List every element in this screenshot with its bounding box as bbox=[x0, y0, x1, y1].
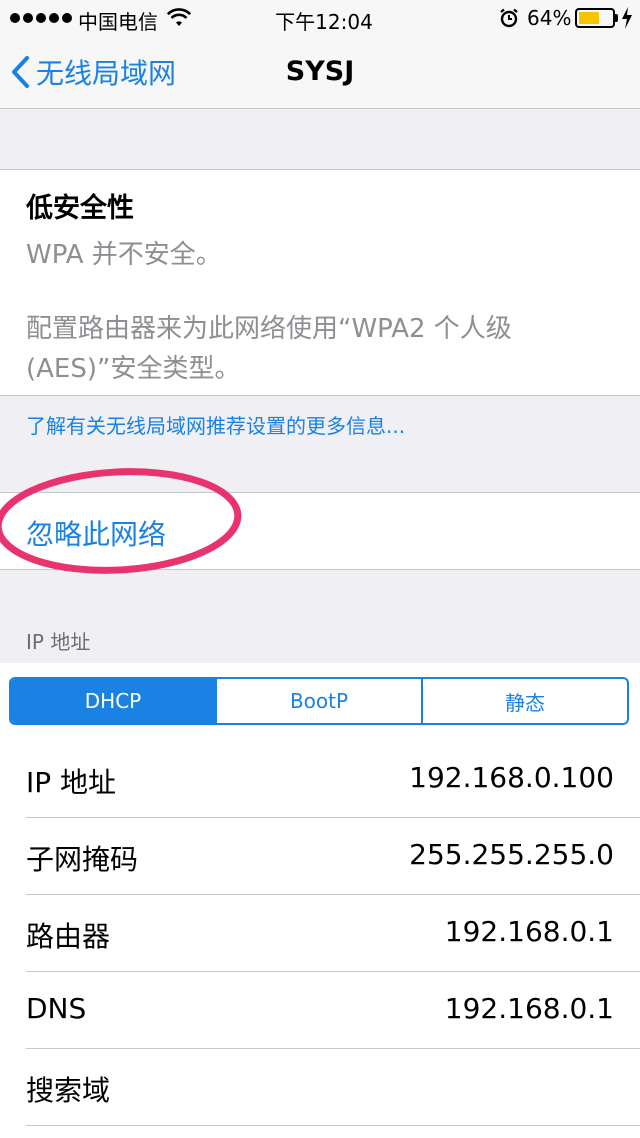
page-title: SYSJ bbox=[285, 56, 355, 87]
dns-row: DNS 192.168.0.1 bbox=[0, 972, 640, 1049]
battery-level-fill bbox=[579, 12, 599, 24]
segment-dhcp[interactable]: DHCP bbox=[11, 679, 215, 723]
router-label: 路由器 bbox=[26, 920, 111, 953]
security-advice-line-2: (AES)”安全类型。 bbox=[26, 354, 241, 384]
ip-address-section-header: IP 地址 bbox=[26, 630, 91, 654]
ip-address-row: IP 地址 192.168.0.100 bbox=[0, 741, 640, 818]
forget-network-button[interactable]: 忽略此网络 bbox=[26, 513, 166, 553]
carrier-name: 中国电信 bbox=[78, 10, 158, 34]
ip-address-label: IP 地址 bbox=[26, 766, 117, 799]
status-bar: 中国电信 下午12:04 64% bbox=[0, 0, 640, 36]
ip-details-list: IP 地址 192.168.0.100 子网掩码 255.255.255.0 路… bbox=[0, 741, 640, 1138]
ip-address-value: 192.168.0.100 bbox=[409, 761, 614, 794]
clock: 下午12:04 bbox=[275, 10, 373, 34]
battery-percent: 64% bbox=[527, 6, 572, 30]
security-title: 低安全性 bbox=[26, 193, 134, 224]
subnet-mask-row: 子网掩码 255.255.255.0 bbox=[0, 818, 640, 895]
subnet-mask-label: 子网掩码 bbox=[26, 843, 139, 876]
navigation-bar: 无线局域网 SYSJ bbox=[0, 36, 640, 109]
learn-more-link[interactable]: 了解有关无线局域网推荐设置的更多信息... bbox=[26, 410, 405, 439]
search-domain-row[interactable]: 搜索域 bbox=[0, 1049, 640, 1126]
search-domain-label: 搜索域 bbox=[26, 1074, 111, 1107]
security-advice-line-1: 配置路由器来为此网络使用“WPA2 个人级 bbox=[26, 314, 512, 344]
dns-label: DNS bbox=[26, 992, 87, 1025]
alarm-icon bbox=[500, 8, 518, 28]
charging-bolt-icon bbox=[622, 7, 632, 29]
security-message: WPA 并不安全。 bbox=[26, 240, 222, 270]
ip-mode-segmented-control[interactable]: DHCP BootP 静态 bbox=[9, 677, 629, 725]
ip-mode-container: DHCP BootP 静态 bbox=[0, 663, 640, 741]
router-row: 路由器 192.168.0.1 bbox=[0, 895, 640, 972]
dns-value: 192.168.0.1 bbox=[444, 992, 614, 1025]
segment-bootp[interactable]: BootP bbox=[215, 679, 421, 723]
wifi-icon bbox=[167, 8, 191, 26]
divider bbox=[26, 1125, 640, 1126]
forget-network-row[interactable]: 忽略此网络 bbox=[0, 492, 640, 570]
battery-icon bbox=[575, 8, 615, 28]
battery-tip bbox=[615, 14, 618, 22]
subnet-mask-value: 255.255.255.0 bbox=[409, 838, 614, 871]
router-value: 192.168.0.1 bbox=[444, 915, 614, 948]
security-warning-card: 低安全性 WPA 并不安全。 配置路由器来为此网络使用“WPA2 个人级 (AE… bbox=[0, 169, 640, 396]
segment-static[interactable]: 静态 bbox=[421, 679, 627, 723]
